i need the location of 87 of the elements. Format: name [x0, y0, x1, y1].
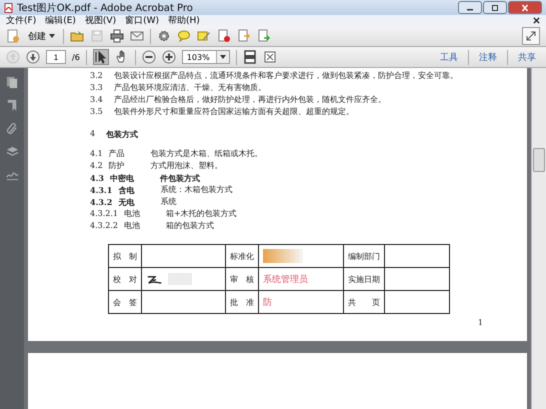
table-label: 会 签 — [113, 298, 137, 306]
folder-icon[interactable] — [70, 29, 84, 43]
clause-text: 中密电 — [110, 172, 134, 184]
caret-icon — [48, 34, 55, 38]
fit-page-icon[interactable] — [242, 50, 257, 64]
clause-text: 产品 — [108, 148, 125, 160]
print-icon[interactable] — [110, 29, 124, 43]
table-label: 审 核 — [230, 274, 254, 284]
menu-item[interactable]: 窗口(W) — [125, 14, 160, 27]
zoom-out-icon[interactable] — [142, 50, 156, 64]
window-title: Test图片OK.pdf - Adobe Acrobat Pro — [17, 2, 193, 14]
page-total: /6 — [72, 52, 80, 62]
section-heading: 包装方式 — [106, 128, 138, 140]
pencil-note-icon[interactable] — [196, 29, 211, 43]
stamp-placeholder — [263, 249, 303, 263]
expand-icon[interactable] — [522, 27, 540, 45]
maximize-icon — [490, 4, 500, 12]
menu-item[interactable]: 视图(V) — [84, 14, 116, 27]
clause-text: 系统 — [160, 196, 176, 208]
fit-window-icon[interactable] — [262, 50, 277, 64]
clause-number: 3.2 — [90, 70, 104, 82]
clause-text: 电池 — [124, 220, 140, 232]
clause-number: 4.3 — [90, 172, 104, 184]
clause-text: 含电 — [118, 184, 134, 196]
panel-tab[interactable]: 工具 — [436, 50, 462, 64]
clause-number: 4.3.2.2 — [90, 220, 118, 232]
bookmark-icon[interactable] — [6, 99, 18, 112]
create-button[interactable]: 创建 — [26, 30, 57, 42]
table-label: 标准化 — [230, 252, 254, 260]
table-label: 校 对 — [113, 274, 137, 284]
zoom-dropdown[interactable]: 103% — [182, 50, 230, 64]
clause-number: 4.3.1 — [90, 184, 112, 196]
clause-number: 3.4 — [90, 94, 104, 106]
close-icon — [520, 4, 530, 12]
clause-number: 3.5 — [90, 106, 104, 118]
document-arrow-icon[interactable] — [236, 29, 251, 43]
scrollbar[interactable] — [531, 68, 546, 409]
close-button[interactable] — [508, 1, 542, 14]
clause-number: 4.3.2.1 — [90, 208, 118, 220]
envelope-icon[interactable] — [130, 29, 144, 43]
clause-text: 系统：木箱包装方式 — [160, 184, 232, 196]
caret-icon — [220, 54, 226, 59]
document-delete-icon[interactable] — [216, 29, 231, 43]
clause-text: 产品经出厂检验合格后，做好防护处理，再进行内外包装，随机文件应齐全。 — [114, 94, 386, 106]
speech-bubble-icon[interactable] — [176, 29, 191, 43]
table-label: 实施日期 — [348, 274, 380, 284]
menu-item[interactable]: 编辑(E) — [45, 14, 76, 27]
clause-number: 4.2 — [90, 160, 103, 172]
menu-item[interactable]: 文件(F) — [6, 14, 36, 27]
zoom-in-icon[interactable] — [162, 50, 176, 64]
pages-icon[interactable] — [6, 76, 18, 89]
select-cursor-icon[interactable] — [92, 49, 109, 65]
clause-text: 包装设计应根据产品特点，流通环境条件和客户要求进行，做到包装紧凑，防护合理，安全可靠。 — [114, 70, 458, 82]
create-pdf-icon[interactable] — [6, 29, 20, 43]
table-label: 批 准 — [230, 298, 254, 306]
stamp-text: 系统管理员 — [263, 274, 308, 284]
pdf-icon — [4, 2, 14, 12]
paperclip-icon[interactable] — [6, 122, 18, 135]
clause-text: 电池 — [124, 208, 140, 220]
panel-tab[interactable]: 注释 — [475, 50, 501, 64]
minimize-button[interactable] — [458, 1, 482, 14]
page-number: 1 — [478, 318, 483, 327]
clause-text: 包装件外形尺寸和重量应符合国家运输方面有关超限、超重的规定。 — [114, 106, 354, 118]
clause-text: 方式用泡沫、塑料。 — [150, 160, 223, 172]
clause-number: 4.1 — [90, 148, 103, 160]
clause-text: 箱的包装方式 — [166, 220, 214, 232]
stamp-text: 防 — [263, 298, 272, 308]
document-export-icon[interactable] — [256, 29, 271, 43]
clause-text: 件包装方式 — [160, 172, 200, 184]
clause-number: 3.3 — [90, 82, 104, 94]
maximize-button[interactable] — [483, 1, 507, 14]
panel-tab[interactable]: 共享 — [514, 50, 540, 64]
menu-item[interactable]: 帮助(H) — [168, 14, 200, 27]
layers-icon[interactable] — [6, 145, 18, 158]
page-number-field[interactable]: 1 — [46, 50, 66, 64]
table-label: 共 页 — [348, 298, 380, 306]
clause-text: 无电 — [118, 196, 134, 208]
clause-text: 箱+木托的包装方式 — [166, 208, 237, 220]
table-label: 拟 制 — [113, 252, 137, 260]
settings-icon[interactable] — [156, 29, 171, 43]
clause-number: 4.3.2 — [90, 196, 112, 208]
clause-text: 包装方式是木箱、纸箱或木托。 — [150, 148, 263, 160]
table-label: 编制部门 — [348, 252, 380, 260]
close-icon[interactable] — [533, 17, 540, 24]
section-number: 4 — [90, 128, 96, 140]
clause-text: 产品包装环境应清洁、干燥、无有害物质。 — [114, 82, 266, 94]
clause-text: 防护 — [108, 160, 125, 172]
